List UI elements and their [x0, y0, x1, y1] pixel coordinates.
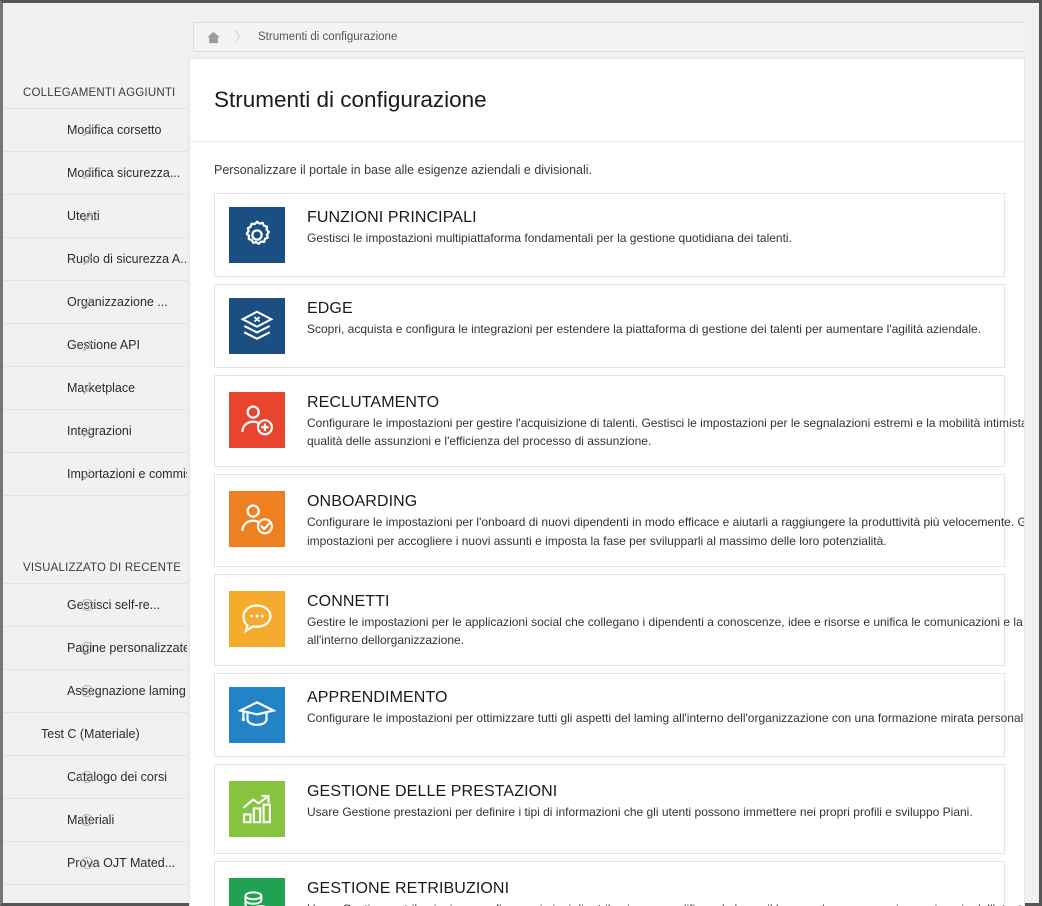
card-description: Usare Gestione prestazioni per definire … — [307, 805, 973, 820]
bar-chart-icon — [229, 781, 285, 838]
tool-card-gestione-retribuzioni[interactable]: GESTIONE RETRIBUZIONI Usare Gestione ret… — [214, 861, 1024, 906]
breadcrumb-current[interactable]: Strumenti di configurazione — [258, 31, 397, 43]
card-description: Gestisci le impostazioni multipiattaform… — [307, 231, 792, 245]
sidebar-item-materiali[interactable]: Materiali — [3, 799, 187, 842]
card-body: FUNZIONI PRINCIPALI Gestisci le impostaz… — [307, 207, 1024, 263]
sidebar-item-catalogo-dei-corsi[interactable]: Catalogo dei corsi — [3, 756, 187, 799]
pin-icon — [79, 380, 95, 396]
card-description: Configurare le impostazioni per l'onboar… — [307, 515, 1025, 548]
home-icon[interactable] — [204, 28, 222, 46]
application-window: COLLEGAMENTI AGGIUNTI Modifica corsetto … — [0, 0, 1042, 906]
card-title: GESTIONE RETRIBUZIONI — [307, 880, 510, 898]
tool-card-edge[interactable]: EDGE Scopri, acquista e configura le int… — [214, 284, 1005, 368]
sidebar-item-importazioni-e-commissioni[interactable]: Importazioni e commissioni... — [3, 453, 187, 496]
user-check-icon — [229, 491, 285, 548]
main-panel: Strumenti di configurazione Personalizza… — [189, 58, 1025, 906]
pin-icon — [79, 251, 95, 267]
clock-icon — [79, 597, 95, 613]
tool-card-funzioni-principali[interactable]: FUNZIONI PRINCIPALI Gestisci le impostaz… — [214, 193, 1005, 277]
card-title: GESTIONE DELLE PRESTAZIONI — [307, 783, 558, 801]
sidebar-item-ruolo-di-sicurezza[interactable]: Ruolo di sicurezza A... — [3, 238, 187, 281]
sidebar-item-integrazioni[interactable]: Integrazioni — [3, 410, 187, 453]
card-body: ONBOARDING Configurare le impostazioni p… — [307, 491, 1025, 549]
card-title: EDGE — [307, 300, 353, 317]
sidebar-group-recent: Gestisci self-re... Pagine personalizzat… — [3, 583, 187, 885]
pin-icon — [79, 165, 95, 181]
card-title: ONBOARDING — [307, 493, 418, 511]
clock-icon — [79, 683, 95, 699]
tool-card-apprendimento[interactable]: APPRENDIMENTO Configurare le impostazion… — [214, 673, 1024, 758]
pin-icon — [79, 208, 95, 224]
sidebar-item-modifica-corsetto[interactable]: Modifica corsetto — [3, 109, 187, 152]
pin-icon — [79, 337, 95, 353]
breadcrumb: 〉 Strumenti di configurazione — [193, 22, 1033, 52]
card-body: RECLUTAMENTO Configurare le impostazioni… — [307, 392, 1025, 450]
sidebar-item-label: Integrazioni — [67, 424, 132, 438]
coins-icon — [229, 878, 285, 906]
tool-card-gestione-delle-prestazioni[interactable]: GESTIONE DELLE PRESTAZIONI Usare Gestion… — [214, 764, 1005, 855]
sidebar-group-shortcuts: Modifica corsetto Modifica sicurezza... … — [3, 108, 187, 496]
sidebar-item-label: Gestione API — [67, 338, 140, 352]
pin-icon — [79, 122, 95, 138]
card-body: CONNETTI Gestire le impostazioni per le … — [307, 591, 1025, 649]
clock-icon — [79, 812, 95, 828]
clock-icon — [79, 640, 95, 656]
tool-card-reclutamento[interactable]: RECLUTAMENTO Configurare le impostazioni… — [214, 375, 1024, 468]
sidebar-item-assegnazione-laming[interactable]: Assegnazione laming — [3, 670, 187, 713]
card-title: CONNETTI — [307, 592, 390, 610]
tool-card-connetti[interactable]: CONNETTI Gestire le impostazioni per le … — [214, 573, 1024, 667]
sidebar-section-title-recent: VISUALIZZATO DI RECENTE — [23, 562, 182, 574]
gear-icon — [229, 207, 285, 263]
sidebar-section-title-shortcuts: COLLEGAMENTI AGGIUNTI — [23, 87, 176, 99]
graduation-cap-icon — [229, 687, 285, 744]
sidebar-item-organizzazione[interactable]: Organizzazione ... — [3, 281, 187, 324]
card-title: APPRENDIMENTO — [307, 689, 448, 707]
pin-icon — [79, 294, 95, 310]
sidebar-item-modifica-sicurezza[interactable]: Modifica sicurezza... — [3, 152, 187, 195]
sidebar-item-test-c-materiale[interactable]: Test C (Materiale) — [3, 713, 187, 756]
breadcrumb-separator: 〉 — [234, 29, 248, 45]
left-sidebar: COLLEGAMENTI AGGIUNTI Modifica corsetto … — [3, 3, 187, 903]
sidebar-item-pagine-personalizzate[interactable]: Pagine personalizzate — [3, 627, 187, 670]
page-title: Strumenti di configurazione — [214, 87, 487, 112]
card-title: FUNZIONI PRINCIPALI — [307, 209, 477, 226]
sidebar-item-gestione-api[interactable]: Gestione API — [3, 324, 187, 367]
card-body: GESTIONE DELLE PRESTAZIONI Usare Gestion… — [307, 781, 1024, 837]
scrollbar-gutter[interactable] — [1025, 3, 1039, 903]
card-description: Configurare le impostazioni per ottimizz… — [307, 711, 1025, 726]
clock-icon — [79, 769, 95, 785]
card-description: Usare Gestione retribuzioni per configur… — [307, 900, 1024, 906]
sidebar-item-marketplace[interactable]: Marketplace — [3, 367, 187, 410]
chat-bubble-icon — [229, 590, 285, 647]
layers-icon — [229, 298, 285, 354]
pin-icon — [79, 423, 95, 439]
sidebar-item-label: Marketplace — [67, 381, 136, 395]
tools-card-list: FUNZIONI PRINCIPALI Gestisci le impostaz… — [190, 177, 1024, 906]
card-body: EDGE Scopri, acquista e configura le int… — [307, 298, 1024, 354]
sidebar-item-prova-ojt-mated[interactable]: Prova OJT Mated... — [3, 842, 187, 885]
card-body: GESTIONE RETRIBUZIONI Usare Gestione ret… — [307, 878, 1024, 906]
sidebar-item-gestisci-self-re[interactable]: Gestisci self-re... — [3, 584, 187, 627]
card-description: Scopri, acquista e configura le integraz… — [307, 322, 982, 336]
card-body: APPRENDIMENTO Configurare le impostazion… — [307, 687, 1025, 743]
user-add-icon — [229, 392, 285, 448]
card-description: Configurare le impostazioni per gestire … — [307, 416, 1025, 449]
clock-icon — [79, 855, 95, 871]
sidebar-item-label: Test C (Materiale) — [41, 727, 140, 741]
tool-card-onboarding[interactable]: ONBOARDING Configurare le impostazioni p… — [214, 474, 1024, 567]
content-area: 〉 Strumenti di configurazione Strumenti … — [187, 3, 1039, 906]
card-description: Gestire le impostazioni per le applicazi… — [307, 614, 1025, 648]
sidebar-item-utenti[interactable]: Utenti — [3, 195, 187, 238]
pin-icon — [79, 466, 95, 482]
page-subtitle: Personalizzare il portale in base alle e… — [214, 163, 592, 177]
card-title: RECLUTAMENTO — [307, 394, 440, 411]
